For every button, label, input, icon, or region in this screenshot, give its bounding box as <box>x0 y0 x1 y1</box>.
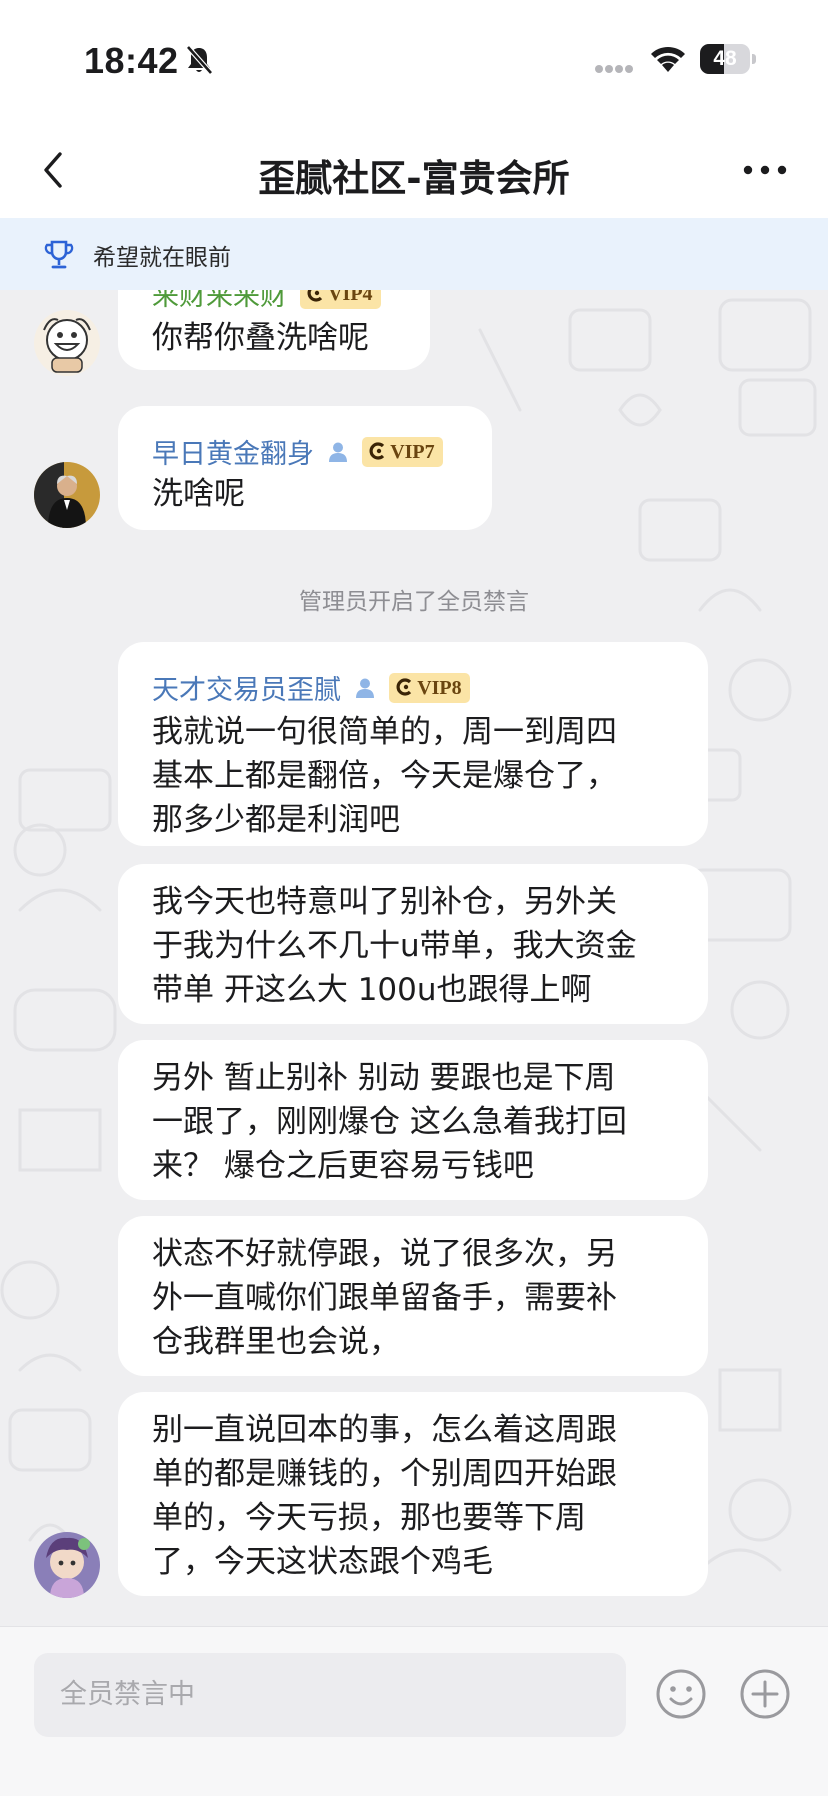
vip-badge: VIP4 <box>300 290 381 309</box>
vip-crown-icon <box>396 678 412 696</box>
message-bubble[interactable]: 我今天也特意叫了别补仓，另外关 于我为什么不几十u带单，我大资金 带单 开这么大… <box>118 864 708 1024</box>
vip-badge: VIP8 <box>389 672 470 703</box>
message-text: 状态不好就停跟，说了很多次，另 外一直喊你们跟单留备手，需要补 仓我群里也会说， <box>152 1236 617 1360</box>
message-text: 我今天也特意叫了别补仓，另外关 于我为什么不几十u带单，我大资金 带单 开这么大… <box>152 884 637 1008</box>
bell-slash-icon <box>186 45 213 75</box>
message-bubble[interactable]: 早日黄金翻身 VIP7 洗啥呢 <box>118 406 492 530</box>
message-bubble[interactable]: 另外 暂止别补 别动 要跟也是下周 一跟了，刚刚爆仓 这么急着我打回 来？ 爆仓… <box>118 1040 708 1200</box>
page-title: 歪腻社区-富贵会所 <box>258 157 570 200</box>
signal-dots-icon <box>595 65 633 73</box>
sender-name[interactable]: 天才交易员歪腻 <box>152 668 341 707</box>
chat-area[interactable]: 来财来来财 VIP4 你帮你叠洗啥呢 早日黄金翻身 VIP7 洗啥呢 管理员开启… <box>0 290 828 1626</box>
message-text: 洗啥呢 <box>152 476 245 512</box>
vip-level: VIP7 <box>390 440 435 463</box>
message-input[interactable]: 全员禁言中 <box>34 1653 626 1737</box>
status-time: 18:42 <box>84 40 179 81</box>
vip-crown-icon <box>307 290 323 302</box>
ellipsis-icon[interactable] <box>742 164 788 176</box>
vip-level: VIP4 <box>328 290 373 305</box>
system-message: 管理员开启了全员禁言 <box>299 589 529 615</box>
emoji-icon[interactable] <box>654 1667 708 1721</box>
plus-circle-icon[interactable] <box>738 1667 792 1721</box>
vip-level: VIP8 <box>417 676 462 699</box>
chat-header: 歪腻社区-富贵会所 <box>0 120 828 218</box>
avatar[interactable] <box>34 462 100 528</box>
avatar[interactable] <box>34 1532 100 1598</box>
wifi-icon <box>651 46 685 72</box>
announcement-text: 希望就在眼前 <box>93 245 231 271</box>
group-announcement[interactable]: 希望就在眼前 <box>0 218 828 290</box>
battery-level-text: 48 <box>713 47 737 70</box>
message-bubble[interactable]: 状态不好就停跟，说了很多次，另 外一直喊你们跟单留备手，需要补 仓我群里也会说， <box>118 1216 708 1376</box>
battery-icon: 48 <box>700 44 756 74</box>
message-text: 我就说一句很简单的，周一到周四 基本上都是翻倍，今天是爆仓了， 那多少都是利润吧 <box>152 714 617 838</box>
person-icon <box>329 442 348 462</box>
vip-badge: VIP7 <box>362 436 443 467</box>
avatar[interactable] <box>34 310 100 376</box>
message-text: 另外 暂止别补 别动 要跟也是下周 一跟了，刚刚爆仓 这么急着我打回 来？ 爆仓… <box>152 1060 627 1184</box>
sender-name[interactable]: 来财来来财 <box>152 290 287 313</box>
status-bar: 18:42 48 <box>0 0 828 120</box>
message-text: 别一直说回本的事，怎么着这周跟 单的都是赚钱的，个别周四开始跟 单的，今天亏损，… <box>152 1412 617 1580</box>
trophy-icon <box>44 240 74 269</box>
vip-crown-icon <box>369 442 385 460</box>
sender-name[interactable]: 早日黄金翻身 <box>152 432 314 471</box>
message-bubble[interactable]: 来财来来财 VIP4 你帮你叠洗啥呢 <box>118 290 430 370</box>
message-text: 你帮你叠洗啥呢 <box>152 320 369 356</box>
input-bar: 全员禁言中 <box>0 1626 828 1796</box>
message-bubble[interactable]: 天才交易员歪腻 VIP8 我就说一句很简单的，周一到周四 基本上都是翻倍，今天是… <box>118 642 708 846</box>
person-icon <box>356 678 375 698</box>
message-bubble[interactable]: 别一直说回本的事，怎么着这周跟 单的都是赚钱的，个别周四开始跟 单的，今天亏损，… <box>118 1392 708 1596</box>
